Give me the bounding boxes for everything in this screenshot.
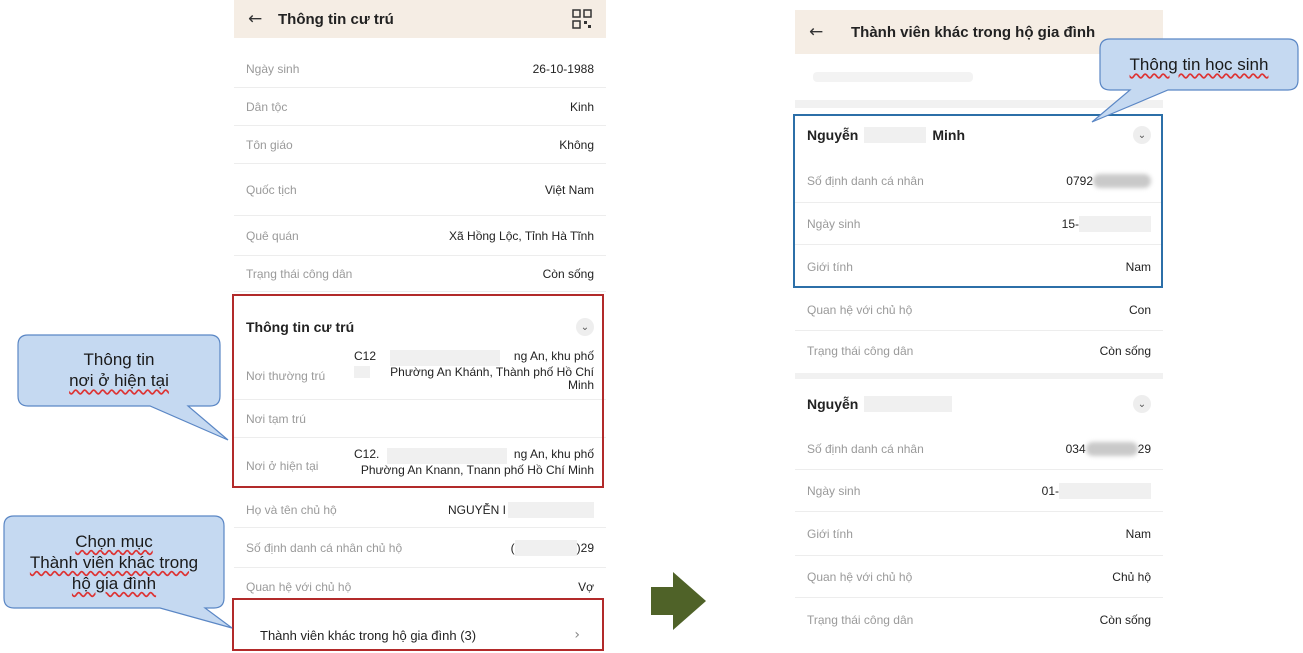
info-row-value: NGUYỄN I <box>447 501 594 518</box>
info-row: Quan hệ với chủ hộ Con <box>795 289 1163 331</box>
member-name-part: Nguyễn <box>807 396 859 412</box>
section-separator <box>795 373 1163 379</box>
info-row-label: Quê quán <box>246 228 299 243</box>
info-row: Quê quán Xã Hồng Lộc, Tỉnh Hà Tĩnh <box>234 216 606 256</box>
info-row: Trạng thái công dân Còn sống <box>234 256 606 292</box>
section-separator <box>795 100 1163 108</box>
info-row: Quan hệ với chủ hộ Chủ hộ <box>795 556 1163 598</box>
family-link-highlight-box <box>232 598 604 651</box>
redaction-mask <box>1059 482 1151 499</box>
qr-code-icon[interactable] <box>572 9 592 29</box>
info-row-value: Còn sống <box>1099 613 1151 627</box>
redaction-mask <box>508 501 594 518</box>
info-row: Tôn giáo Không <box>234 126 606 164</box>
callout-line: hộ gia đình <box>71 573 157 593</box>
residence-highlight-box <box>232 294 604 488</box>
info-row: Quốc tịch Việt Nam <box>234 164 606 216</box>
info-row-value: Nam <box>1125 526 1151 541</box>
info-row: Trạng thái công dân Còn sống <box>795 598 1163 642</box>
info-row-label: Quan hệ với chủ hộ <box>807 569 913 584</box>
info-row: Dân tộc Kinh <box>234 88 606 126</box>
student-callout: Thông tin học sinh <box>1102 41 1296 88</box>
date-part: 01- <box>1041 483 1059 498</box>
callout-line: Chọn mục <box>75 531 153 551</box>
info-row-label: Số định danh cá nhân chủ hộ <box>246 540 403 555</box>
right-arrow-icon <box>651 572 706 630</box>
household-name: NGUYỄN I <box>447 502 506 517</box>
info-row: Giới tính Nam <box>795 512 1163 556</box>
info-row-label: Tôn giáo <box>246 137 293 152</box>
residence-callout: Thông tin nơi ở hiện tại <box>20 337 218 403</box>
info-row-value: 01- <box>1041 482 1151 499</box>
info-row-label: Ngày sinh <box>246 61 300 76</box>
callout-line: Thông tin <box>83 350 155 369</box>
info-row-value: 034 29 <box>1065 441 1151 456</box>
info-row: Trạng thái công dân Còn sống <box>795 331 1163 371</box>
callout-line: nơi ở hiện tại <box>69 371 169 390</box>
info-row-value: Vợ <box>578 580 594 594</box>
info-row-label: Quan hệ với chủ hộ <box>807 302 913 317</box>
student-info-highlight-box <box>793 114 1163 288</box>
info-row-label: Quan hệ với chủ hộ <box>246 580 352 594</box>
info-row-label: Quốc tịch <box>246 182 297 197</box>
id-part: )29 <box>576 540 594 555</box>
callout-line: Thành viên khác trong <box>29 552 199 572</box>
info-row-value: Không <box>559 137 594 152</box>
info-row-label: Giới tính <box>807 526 853 541</box>
callout-line: Thông tin học sinh <box>1129 55 1269 74</box>
info-row-value: 26-10-1988 <box>532 61 594 76</box>
info-row-label: Trạng thái công dân <box>807 613 914 627</box>
chevron-down-icon[interactable]: ⌄ <box>1133 395 1151 413</box>
info-row: Ngày sinh 01- <box>795 470 1163 512</box>
info-row-label: Dân tộc <box>246 99 288 114</box>
redaction-mask <box>514 539 577 556</box>
back-arrow-icon[interactable]: ← <box>809 22 833 42</box>
info-row-label: Họ và tên chủ hộ <box>246 502 337 517</box>
info-row: Ngày sinh 26-10-1988 <box>234 50 606 88</box>
info-row-value: Chủ hộ <box>1112 569 1151 584</box>
info-row-value: Việt Nam <box>544 182 594 197</box>
id-part: 29 <box>1137 441 1151 456</box>
info-row-value: Còn sống <box>1099 344 1151 358</box>
info-row-label: Trạng thái công dân <box>246 266 353 281</box>
info-row-value: ( )29 <box>511 539 594 556</box>
info-row-value: Kinh <box>569 99 594 114</box>
back-arrow-icon[interactable]: ← <box>248 9 272 29</box>
info-row-label: Ngày sinh <box>807 483 861 498</box>
redaction-mask <box>864 396 953 412</box>
blurred-value <box>1085 441 1138 456</box>
right-phone-screen: ← Thành viên khác trong hộ gia đình Nguy… <box>795 0 1163 653</box>
left-app-header: ← Thông tin cư trú <box>234 0 606 38</box>
info-row: Số định danh cá nhân chủ hộ ( )29 <box>234 528 606 568</box>
page-title: Thành viên khác trong hộ gia đình <box>851 23 1096 41</box>
info-row-label: Số định danh cá nhân <box>807 441 924 456</box>
info-row: Họ và tên chủ hộ NGUYỄN I <box>234 492 606 528</box>
info-row-value: Còn sống <box>542 266 594 281</box>
info-row-value: Xã Hồng Lộc, Tỉnh Hà Tĩnh <box>449 228 594 243</box>
info-row-value: Con <box>1128 302 1151 317</box>
id-part: 034 <box>1065 441 1086 456</box>
member-card-header[interactable]: Nguyễn ⌄ <box>795 382 1163 426</box>
info-row-label: Trạng thái công dân <box>807 344 914 358</box>
member-name: Nguyễn <box>807 396 953 412</box>
info-row: Số định danh cá nhân 034 29 <box>795 428 1163 470</box>
faded-text <box>813 72 973 82</box>
select-callout: Chọn mục Thành viên khác trong hộ gia đì… <box>6 518 222 606</box>
page-title: Thông tin cư trú <box>278 10 394 28</box>
